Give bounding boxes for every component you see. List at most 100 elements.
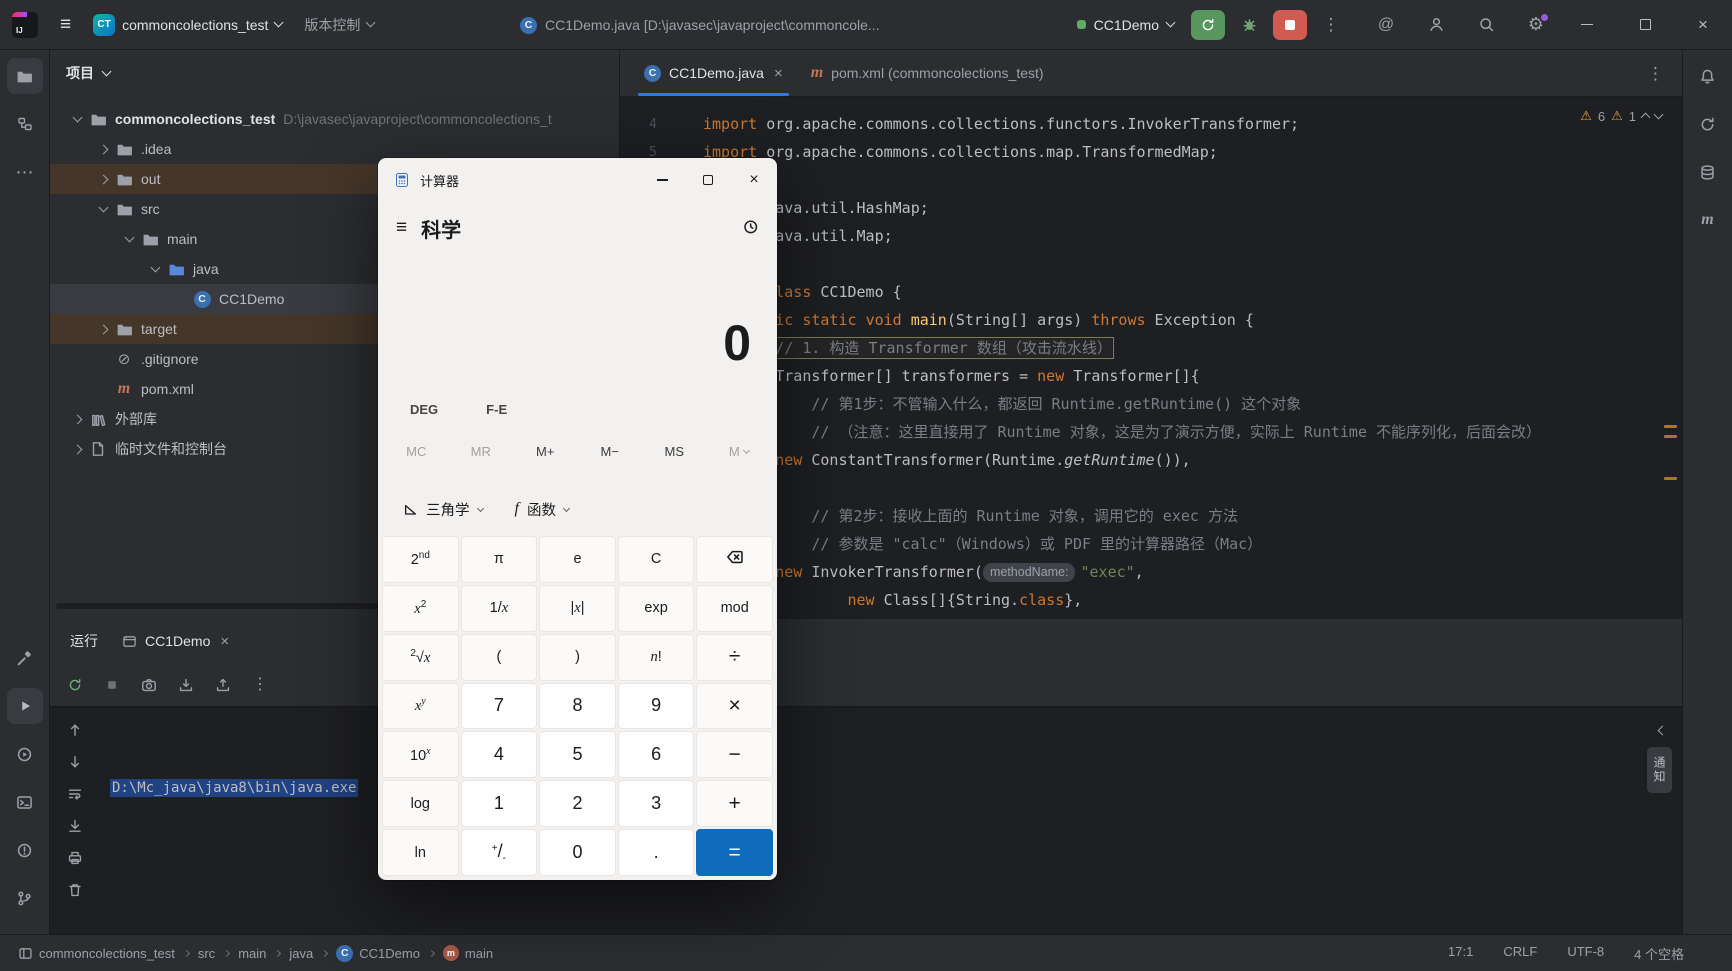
key-decimal[interactable]: . — [617, 829, 695, 876]
file-encoding[interactable]: UTF-8 — [1567, 944, 1604, 963]
breadcrumb-cc1demo[interactable]: C CC1Demo — [336, 944, 420, 962]
breadcrumb-src[interactable]: src — [198, 946, 215, 961]
tab-options-kebab-icon[interactable]: ⋮ — [1647, 65, 1682, 82]
key-log[interactable]: log — [382, 780, 459, 828]
chevron-right-icon[interactable] — [72, 414, 82, 424]
memory-add-button[interactable]: M+ — [513, 434, 578, 468]
main-menu-button[interactable]: ≡ — [50, 8, 81, 42]
editor-tab-pom-xml-commoncolections-test[interactable]: m pom.xml (commoncolections_test) — [797, 50, 1058, 96]
more-tool-windows-button[interactable]: ⋯ — [7, 154, 43, 190]
previous-issue-icon[interactable] — [1640, 112, 1651, 122]
key-factorial[interactable]: n! — [617, 633, 695, 681]
breadcrumb-main[interactable]: main — [238, 946, 266, 961]
key-7[interactable]: 7 — [460, 682, 538, 730]
breadcrumb-java[interactable]: java — [289, 946, 313, 961]
stop-process-button[interactable] — [97, 670, 127, 700]
indent-style[interactable]: 4 个空格 — [1634, 944, 1684, 963]
memory-recall-button[interactable]: MR — [449, 434, 514, 468]
key-subtract[interactable]: − — [696, 731, 773, 779]
key-8[interactable]: 8 — [539, 682, 616, 730]
run-console-tab[interactable]: CC1Demo × — [112, 619, 239, 663]
memory-store-button[interactable]: MS — [642, 434, 707, 468]
vcs-widget[interactable]: 版本控制 — [294, 8, 384, 42]
key-1[interactable]: 1 — [460, 780, 538, 828]
key-5[interactable]: 5 — [539, 731, 616, 779]
profile-button[interactable] — [1414, 7, 1458, 43]
debug-button[interactable] — [1230, 7, 1268, 43]
calculator-title-bar[interactable]: 计算器 × — [378, 158, 777, 202]
chevron-down-icon[interactable] — [150, 262, 160, 272]
code-with-me-button[interactable]: @ — [1364, 7, 1408, 43]
calc-close-button[interactable]: × — [731, 158, 777, 202]
project-panel-header[interactable]: 项目 — [50, 50, 619, 96]
key-3[interactable]: 3 — [617, 780, 695, 828]
close-window-button[interactable]: × — [1674, 0, 1732, 50]
key-pi[interactable]: π — [460, 536, 538, 583]
run-configuration-widget[interactable]: CC1Demo — [1065, 8, 1186, 42]
key-mod[interactable]: mod — [696, 584, 773, 632]
up-stack-trace-button[interactable] — [60, 715, 90, 745]
close-tab-icon[interactable]: × — [774, 65, 783, 82]
key-divide[interactable]: ÷ — [696, 633, 773, 681]
clear-console-button[interactable] — [60, 875, 90, 905]
key-multiply[interactable]: × — [696, 682, 773, 730]
rerun-console-button[interactable] — [60, 670, 90, 700]
trigonometry-button[interactable]: 三角学 — [392, 491, 494, 527]
editor-tab-cc1demo-java[interactable]: C CC1Demo.java × — [630, 50, 797, 96]
stop-button[interactable] — [1273, 9, 1307, 40]
line-separator[interactable]: CRLF — [1503, 944, 1537, 963]
chevron-down-icon[interactable] — [98, 202, 108, 212]
tree-item-commoncolections-test[interactable]: commoncolections_test D:\javasec\javaproj… — [50, 104, 619, 134]
print-button[interactable] — [60, 843, 90, 873]
tool-window-database-button[interactable] — [1690, 154, 1726, 190]
rerun-button[interactable] — [1191, 9, 1225, 40]
tool-window-terminal-button[interactable] — [7, 784, 43, 820]
calc-maximize-button[interactable] — [685, 158, 731, 202]
tool-window-maven-button[interactable]: m — [1690, 202, 1726, 238]
key-power[interactable]: xy — [382, 682, 459, 730]
more-run-actions-button[interactable]: ⋮ — [1312, 7, 1350, 43]
angle-unit-button[interactable]: DEG — [410, 402, 438, 417]
settings-button[interactable]: ⚙ — [1514, 7, 1558, 43]
memory-dropdown-button[interactable]: M — [707, 434, 772, 468]
export-dump-button[interactable] — [208, 670, 238, 700]
notifications-button[interactable] — [1690, 58, 1726, 94]
sync-button[interactable] — [1690, 106, 1726, 142]
key-4[interactable]: 4 — [460, 731, 538, 779]
chevron-right-icon[interactable] — [98, 144, 108, 154]
chevron-right-icon[interactable] — [72, 444, 82, 454]
screenshot-button[interactable] — [134, 670, 164, 700]
import-dump-button[interactable] — [171, 670, 201, 700]
function-button[interactable]: f 函数 — [504, 491, 580, 527]
key-close-paren[interactable]: ) — [539, 633, 616, 681]
tool-window-run-button[interactable] — [6, 688, 43, 724]
chevron-down-icon[interactable] — [124, 232, 134, 242]
fe-button[interactable]: F-E — [486, 402, 507, 417]
key-absolute-value[interactable]: |x| — [539, 584, 616, 632]
breadcrumb-commoncolections-test[interactable]: commoncolections_test — [18, 946, 175, 961]
calc-menu-button[interactable]: ≡ — [396, 217, 407, 239]
key-exp[interactable]: exp — [617, 584, 695, 632]
inspections-widget[interactable]: ⚠ 6 ⚠ 1 — [1580, 108, 1664, 124]
console[interactable]: D:\Mc_java\java8\bin\java.exe 进程已结束，退出代码… — [50, 707, 1682, 971]
key-square[interactable]: x2 — [382, 584, 459, 632]
collapse-panel-button[interactable] — [1657, 721, 1668, 737]
tool-window-git-button[interactable] — [7, 880, 43, 916]
maximize-window-button[interactable] — [1616, 0, 1674, 50]
key-negate[interactable]: +/- — [460, 829, 538, 876]
tool-window-build-button[interactable] — [7, 640, 43, 676]
key-e[interactable]: e — [539, 536, 616, 583]
key-open-paren[interactable]: ( — [460, 633, 538, 681]
code-editor[interactable]: 4 import org.apache.commons.collections.f… — [620, 97, 1682, 619]
history-button[interactable] — [742, 218, 759, 238]
soft-wrap-button[interactable] — [60, 779, 90, 809]
close-tab-icon[interactable]: × — [220, 633, 229, 650]
memory-subtract-button[interactable]: M− — [578, 434, 643, 468]
down-stack-trace-button[interactable] — [60, 747, 90, 777]
key-equals[interactable]: = — [696, 829, 773, 876]
minimize-window-button[interactable] — [1558, 0, 1616, 50]
key-sqrt[interactable]: 2√x — [382, 633, 459, 681]
chevron-down-icon[interactable] — [72, 112, 82, 122]
breadcrumb-main[interactable]: m main — [442, 945, 493, 961]
chevron-right-icon[interactable] — [98, 324, 108, 334]
